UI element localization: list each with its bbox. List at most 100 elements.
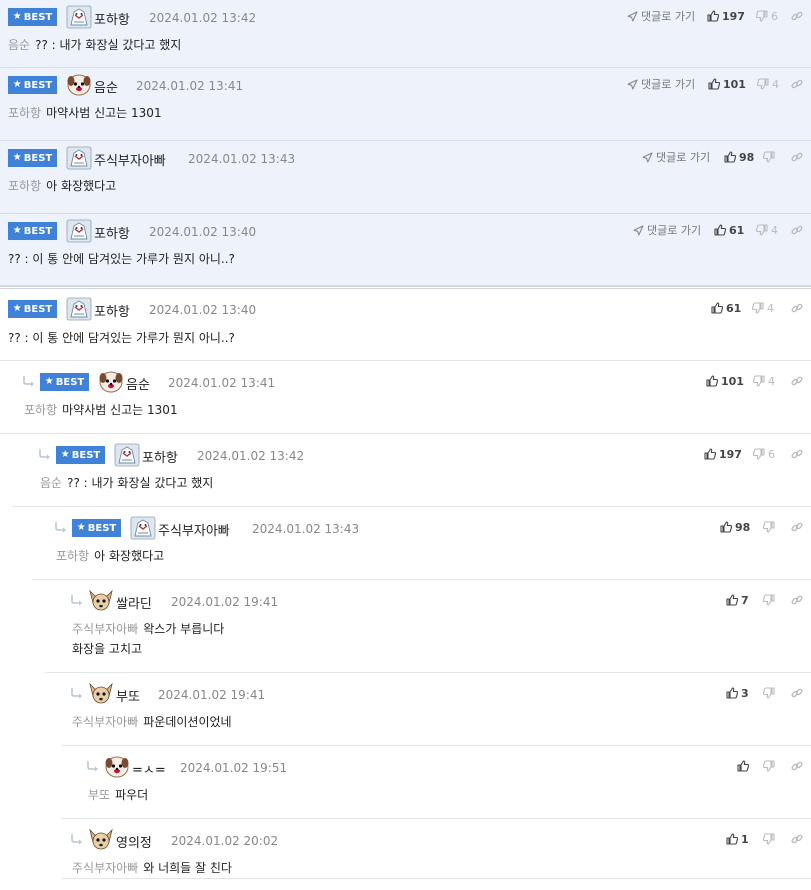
comment-body: ?? : 이 통 안에 담겨있는 가루가 뭔지 아니..? (8, 249, 811, 269)
mention-nickname[interactable]: 주식부자아빠 (72, 861, 138, 875)
avatar[interactable] (66, 219, 92, 243)
mention-nickname[interactable]: 포하항 (56, 549, 89, 563)
author-nickname[interactable]: 음순 (126, 374, 150, 393)
copy-link-button[interactable] (791, 518, 803, 536)
copy-link-button[interactable] (791, 299, 803, 317)
author-nickname[interactable]: 주식부자아빠 (94, 150, 166, 169)
avatar[interactable] (114, 443, 140, 467)
like-button[interactable]: 7 (726, 591, 749, 609)
copy-link-button[interactable] (791, 445, 803, 463)
avatar[interactable] (66, 73, 92, 97)
like-button[interactable]: 197 (704, 445, 742, 463)
copy-link-button[interactable] (791, 7, 803, 25)
goto-comment-link[interactable]: 댓글로 가기 (627, 7, 695, 25)
goto-comment-label: 댓글로 가기 (647, 224, 702, 237)
like-button[interactable]: 98 (724, 148, 754, 166)
thumbs-down-icon (763, 833, 775, 845)
thumbs-up-icon (724, 151, 736, 163)
mention-nickname[interactable]: 부또 (88, 788, 110, 802)
author-nickname[interactable]: 포하항 (94, 223, 130, 242)
author-nickname[interactable]: =ㅅ= (132, 759, 166, 778)
like-button[interactable]: 61 (711, 299, 741, 317)
like-count: 197 (719, 447, 742, 461)
thumbs-up-icon (737, 760, 749, 772)
author-nickname[interactable]: 부또 (116, 686, 140, 705)
copy-link-button[interactable] (791, 684, 803, 702)
dislike-button[interactable]: 4 (756, 221, 778, 239)
mention-nickname[interactable]: 포하항 (8, 106, 41, 120)
thumbs-down-icon (756, 224, 768, 236)
dislike-button[interactable] (763, 830, 775, 848)
like-count: 7 (741, 593, 749, 607)
thumbs-up-icon (726, 594, 738, 606)
thumbs-down-icon (753, 448, 765, 460)
goto-comment-link[interactable]: 댓글로 가기 (627, 75, 695, 93)
dislike-button[interactable] (763, 591, 775, 609)
comment-text: ?? : 이 통 안에 담겨있는 가루가 뭔지 아니..? (8, 331, 235, 345)
author-nickname[interactable]: 음순 (94, 77, 118, 96)
thumbs-down-icon (763, 687, 775, 699)
best-label: BEST (23, 79, 53, 91)
dislike-button[interactable] (763, 148, 775, 166)
dislike-button[interactable]: 4 (757, 75, 779, 93)
dislike-button[interactable] (763, 518, 775, 536)
avatar[interactable] (66, 146, 92, 170)
author-nickname[interactable]: 포하항 (142, 447, 178, 466)
copy-link-button[interactable] (791, 221, 803, 239)
comment-actions: 61 4 (581, 299, 811, 317)
copy-link-button[interactable] (791, 148, 803, 166)
author-nickname[interactable]: 포하항 (94, 301, 130, 320)
copy-link-button[interactable] (791, 830, 803, 848)
like-button[interactable]: 98 (720, 518, 750, 536)
like-button[interactable]: 101 (708, 75, 746, 93)
comment-actions: 1 (581, 830, 811, 848)
star-icon: ★ (12, 303, 22, 314)
author-nickname[interactable]: 영의정 (116, 832, 152, 851)
copy-link-button[interactable] (791, 75, 803, 93)
dislike-count: 6 (768, 447, 775, 461)
avatar[interactable] (130, 516, 156, 540)
best-badge: ★ BEST (72, 519, 121, 537)
comment-body: ?? : 이 통 안에 담겨있는 가루가 뭔지 아니..? (8, 328, 811, 348)
avatar[interactable] (88, 682, 114, 706)
link-icon (791, 224, 803, 236)
copy-link-button[interactable] (791, 591, 803, 609)
like-button[interactable]: 197 (707, 7, 745, 25)
dislike-button[interactable]: 4 (752, 299, 774, 317)
avatar[interactable] (66, 5, 92, 29)
link-icon (791, 375, 803, 387)
avatar[interactable] (98, 370, 124, 394)
like-button[interactable]: 3 (726, 684, 749, 702)
avatar[interactable] (66, 297, 92, 321)
mention-nickname[interactable]: 포하항 (8, 179, 41, 193)
like-button[interactable]: 1 (726, 830, 749, 848)
best-label: BEST (23, 11, 53, 23)
like-button[interactable]: 61 (714, 221, 744, 239)
mention-nickname[interactable]: 음순 (40, 476, 62, 490)
avatar[interactable] (104, 755, 130, 779)
comment-date: 2024.01.02 13:42 (197, 449, 305, 463)
avatar[interactable] (88, 828, 114, 852)
author-nickname[interactable]: 포하항 (94, 9, 130, 28)
like-button[interactable] (737, 757, 749, 775)
dislike-button[interactable]: 6 (756, 7, 778, 25)
like-button[interactable]: 101 (706, 372, 744, 390)
author-nickname[interactable]: 쌀라딘 (116, 593, 152, 612)
goto-comment-link[interactable]: 댓글로 가기 (642, 148, 710, 166)
mention-nickname[interactable]: 포하항 (24, 403, 57, 417)
goto-comment-link[interactable]: 댓글로 가기 (633, 221, 701, 239)
dislike-button[interactable] (763, 684, 775, 702)
mention-nickname[interactable]: 음순 (8, 38, 30, 52)
dislike-button[interactable] (763, 757, 775, 775)
copy-link-button[interactable] (791, 372, 803, 390)
mention-nickname[interactable]: 주식부자아빠 (72, 622, 138, 636)
copy-link-button[interactable] (791, 757, 803, 775)
mention-nickname[interactable]: 주식부자아빠 (72, 715, 138, 729)
avatar[interactable] (88, 589, 114, 613)
author-nickname[interactable]: 주식부자아빠 (158, 520, 230, 539)
dislike-button[interactable]: 6 (753, 445, 775, 463)
comment-text: 아 화장했다고 (46, 179, 117, 193)
best-comment: ★ BEST 음순 2024.01.02 13:41 댓글로 가기 101 4 포하항 마약사범… (0, 68, 811, 141)
dislike-button[interactable]: 4 (753, 372, 775, 390)
comment-line: 화장을 고치고 (72, 639, 811, 659)
